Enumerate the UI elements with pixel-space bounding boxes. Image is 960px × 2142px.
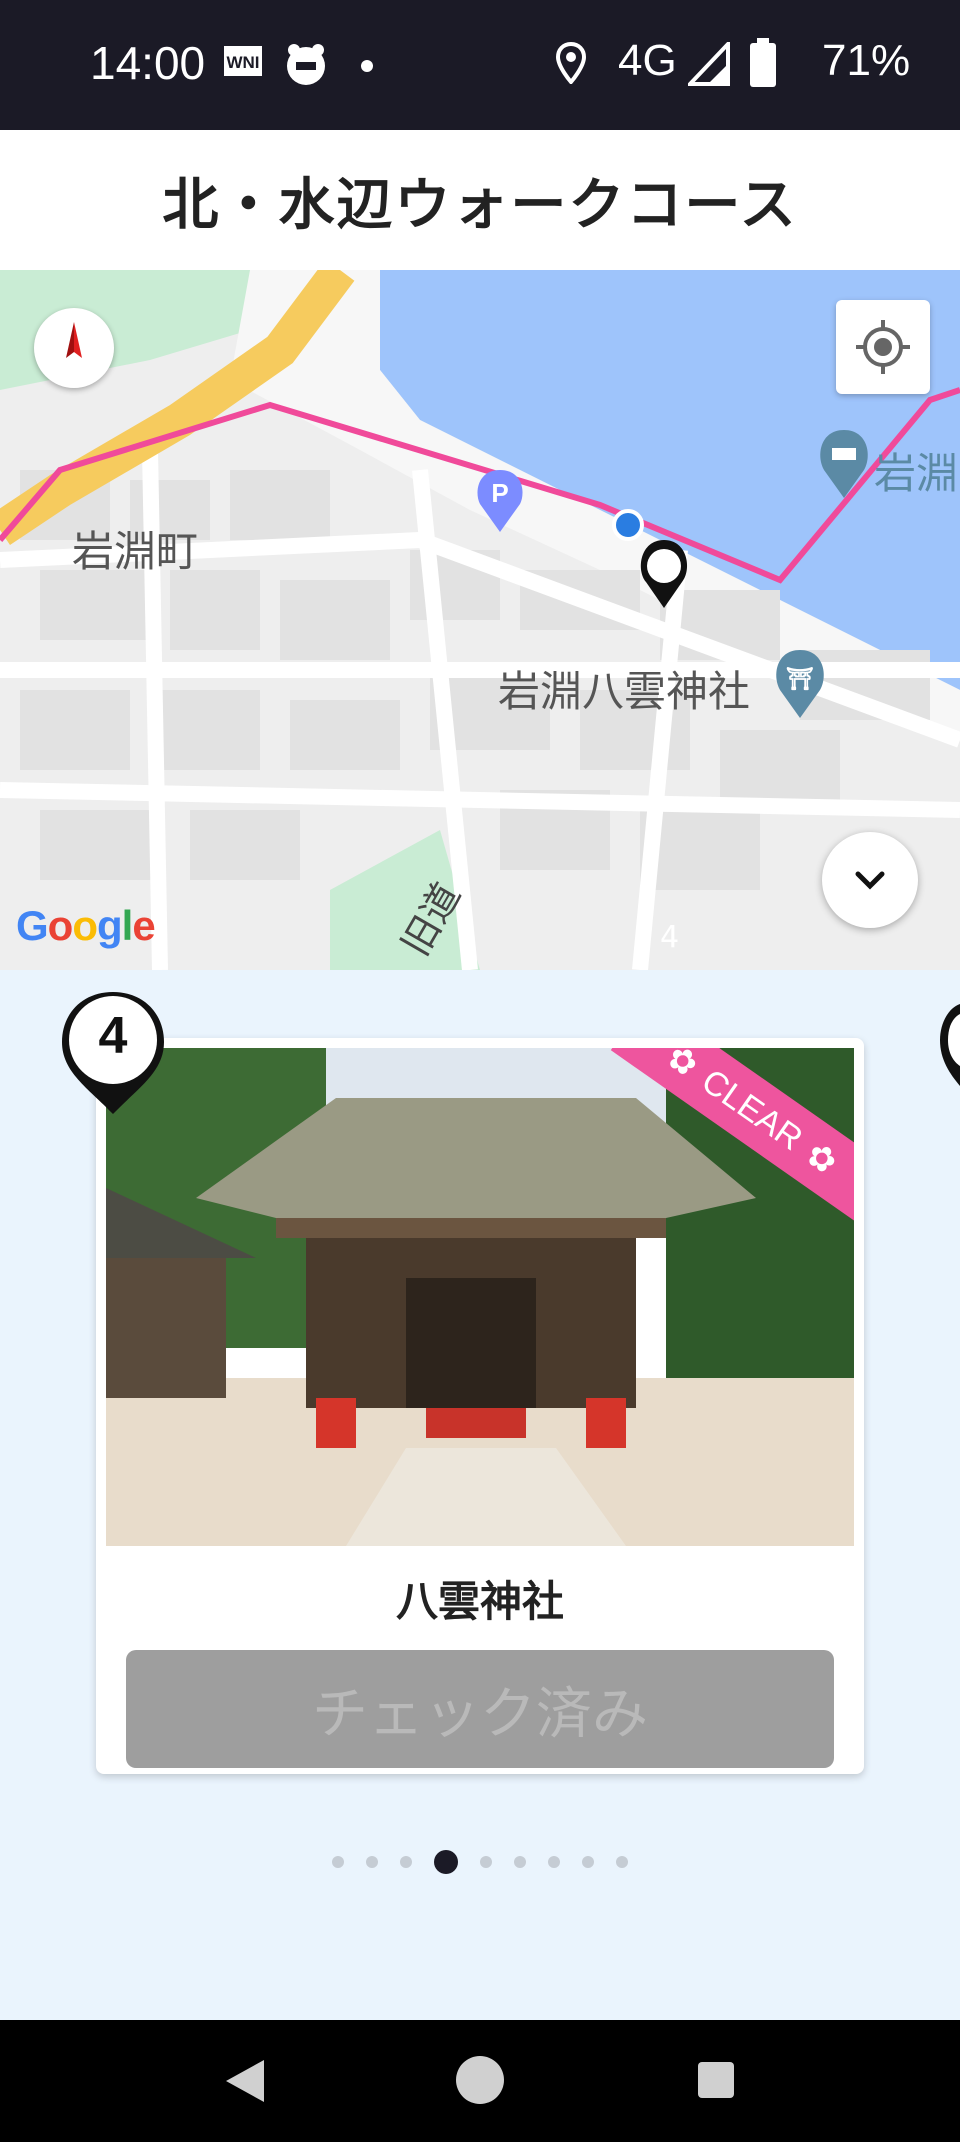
card-number: 4 xyxy=(98,1007,128,1065)
svg-text:⛩: ⛩ xyxy=(786,667,814,692)
status-bar: 14:00 WNI 4G 71% xyxy=(0,0,960,130)
system-nav-bar xyxy=(0,2020,960,2142)
page-dot[interactable] xyxy=(514,1856,526,1868)
home-icon[interactable] xyxy=(454,2054,506,2110)
card-number-badge: 4 xyxy=(58,988,168,1122)
signal-icon xyxy=(685,38,732,90)
network-type: 4G xyxy=(618,36,677,85)
map-label-district: 岩淵町 xyxy=(72,527,199,576)
battery-icon xyxy=(748,38,778,92)
location-icon xyxy=(555,41,587,88)
page-dot[interactable] xyxy=(366,1856,378,1868)
map-view[interactable]: P ⛩ 4 岩淵町 岩淵八雲神社 岩淵 旧道 Google xyxy=(0,270,960,970)
google-logo: Google xyxy=(16,902,156,949)
page-dot-active[interactable] xyxy=(434,1850,458,1874)
collapse-map-button[interactable] xyxy=(822,832,918,928)
page-dot[interactable] xyxy=(548,1856,560,1868)
map-canvas: P ⛩ xyxy=(0,270,960,970)
app-icon xyxy=(284,42,328,90)
svg-text:P: P xyxy=(491,478,508,508)
compass-icon xyxy=(66,322,82,358)
map-label-shrine: 岩淵八雲神社 xyxy=(498,667,751,716)
page-dot[interactable] xyxy=(616,1856,628,1868)
page-dot[interactable] xyxy=(582,1856,594,1868)
compass-button[interactable] xyxy=(34,308,114,388)
recents-icon[interactable] xyxy=(694,2058,738,2106)
page-title: 北・水辺ウォークコース xyxy=(162,172,798,238)
notification-dot-icon xyxy=(360,58,374,77)
checked-button[interactable]: チェック済み xyxy=(126,1650,834,1768)
page-dot[interactable] xyxy=(332,1856,344,1868)
my-location-button[interactable] xyxy=(836,300,930,394)
spot-name: 八雲神社 xyxy=(395,1577,564,1626)
spot-carousel[interactable]: ✿ CLEAR ✿ 八雲神社 チェック済み 4 xyxy=(0,970,960,2020)
spot-card[interactable]: ✿ CLEAR ✿ 八雲神社 チェック済み xyxy=(96,1038,864,1774)
app-header: 北・水辺ウォークコース xyxy=(0,130,960,270)
back-icon[interactable] xyxy=(222,2056,268,2110)
status-time: 14:00 xyxy=(90,37,206,89)
pagination-dots xyxy=(0,1850,960,1874)
battery-percent: 71% xyxy=(822,36,911,85)
svg-text:WNI: WNI xyxy=(226,53,259,72)
page-dot[interactable] xyxy=(400,1856,412,1868)
sakura-icon: ✿ xyxy=(659,1048,705,1086)
spot-photo: ✿ CLEAR ✿ xyxy=(106,1048,854,1546)
wni-icon: WNI xyxy=(222,42,264,86)
crosshair-icon xyxy=(856,320,910,374)
map-label-edge: 岩淵 xyxy=(874,449,959,498)
page-dot[interactable] xyxy=(480,1856,492,1868)
next-card-badge xyxy=(938,1000,960,1104)
current-location-dot xyxy=(612,509,644,541)
sakura-icon: ✿ xyxy=(799,1134,845,1183)
spot-marker-number: 4 xyxy=(660,920,680,955)
chevron-down-icon xyxy=(855,871,885,890)
